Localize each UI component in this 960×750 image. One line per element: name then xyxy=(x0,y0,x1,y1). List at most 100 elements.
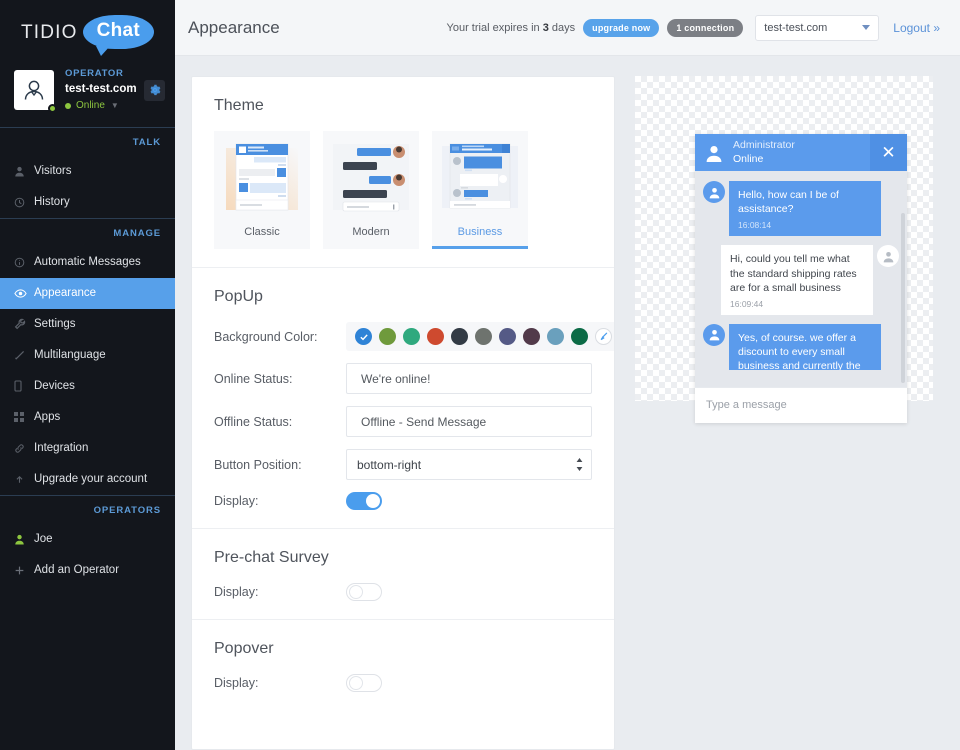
theme-name: Business xyxy=(457,226,503,238)
administrator-avatar-icon xyxy=(704,143,724,163)
pencil-icon xyxy=(14,349,30,361)
popup-display-toggle[interactable] xyxy=(346,492,382,510)
theme-card-business[interactable]: Business xyxy=(432,131,528,249)
avatar xyxy=(14,70,57,114)
agent-avatar-icon xyxy=(703,181,725,203)
popover-display-toggle[interactable] xyxy=(346,674,382,692)
gear-icon[interactable] xyxy=(144,79,165,101)
sidebar-item-joe[interactable]: Joe xyxy=(0,524,175,555)
popup-section-title: PopUp xyxy=(214,288,263,305)
sidebar-item-label: Add an Operator xyxy=(34,564,120,577)
online-status-label: Online Status: xyxy=(214,371,293,386)
arrow-up-icon xyxy=(14,474,30,485)
button-position-select[interactable]: bottom-right xyxy=(346,449,592,480)
sidebar-item-visitors[interactable]: Visitors xyxy=(0,156,175,187)
operator-avatar-icon xyxy=(24,81,44,100)
toggle-knob xyxy=(349,585,363,599)
sidebar-item-label: Devices xyxy=(34,380,75,393)
trial-prefix: Your trial expires in xyxy=(446,21,540,34)
button-position-label: Button Position: xyxy=(214,457,302,472)
color-swatch[interactable] xyxy=(547,328,564,345)
chat-message-input[interactable]: Type a message xyxy=(695,386,907,423)
color-swatch[interactable] xyxy=(451,328,468,345)
main-area: Appearance Your trial expires in 3 days … xyxy=(175,0,960,750)
nav-section-talk-label: TALK xyxy=(0,126,175,156)
settings-panel: Theme Classic Modern Business PopUp Back… xyxy=(191,76,615,750)
sidebar-item-upgrade-your-account[interactable]: Upgrade your account xyxy=(0,464,175,495)
prechat-display-toggle[interactable] xyxy=(346,583,382,601)
topbar: Appearance Your trial expires in 3 days … xyxy=(175,0,960,56)
sidebar-item-automatic-messages[interactable]: Automatic Messages xyxy=(0,247,175,278)
operator-status-label: Online xyxy=(76,100,105,112)
close-icon[interactable]: ✕ xyxy=(870,134,907,171)
chat-message-user: Hi, could you tell me what the standard … xyxy=(703,245,899,315)
content-area: Theme Classic Modern Business PopUp Back… xyxy=(175,56,960,750)
info-icon xyxy=(14,257,30,268)
sidebar-item-label: Upgrade your account xyxy=(34,473,148,486)
operator-status[interactable]: Online ▼ xyxy=(65,99,144,113)
sidebar-item-settings[interactable]: Settings xyxy=(0,309,175,340)
agent-avatar-icon xyxy=(703,323,725,346)
color-swatch[interactable] xyxy=(427,328,444,345)
chevron-down-icon xyxy=(862,25,871,30)
person-icon xyxy=(14,166,30,177)
theme-card-classic[interactable]: Classic xyxy=(214,131,310,249)
logo[interactable]: TIDIO Chat xyxy=(0,0,175,60)
chat-header: Administrator Online ✕ xyxy=(695,134,907,171)
domain-select[interactable]: test-test.com xyxy=(755,14,880,41)
eye-icon xyxy=(14,288,30,299)
prechat-display-label: Display: xyxy=(214,585,259,599)
color-swatch[interactable] xyxy=(571,328,588,345)
button-position-value: bottom-right xyxy=(357,457,422,472)
color-swatch-group xyxy=(346,322,614,351)
popover-title: Popover xyxy=(214,640,274,657)
sidebar-item-devices[interactable]: Devices xyxy=(0,371,175,402)
person-online-icon xyxy=(14,534,30,545)
operator-card[interactable]: OPERATOR test-test.com Online ▼ xyxy=(0,60,175,127)
color-swatch[interactable] xyxy=(499,328,516,345)
offline-status-input[interactable]: Offline - Send Message xyxy=(346,406,592,437)
logout-link[interactable]: Logout » xyxy=(893,21,940,35)
clock-icon xyxy=(14,197,30,208)
link-icon xyxy=(14,443,30,454)
offline-status-row: Offline Status: Offline - Send Message xyxy=(214,406,592,437)
sidebar-item-multilanguage[interactable]: Multilanguage xyxy=(0,340,175,371)
sidebar-item-appearance[interactable]: Appearance xyxy=(0,277,175,309)
sidebar-item-apps[interactable]: Apps xyxy=(0,402,175,433)
prechat-survey-section: Pre-chat Survey Display: xyxy=(192,529,614,620)
sidebar-item-label: Visitors xyxy=(34,165,72,178)
grid-icon xyxy=(14,411,30,423)
plus-icon xyxy=(14,565,30,576)
color-swatch[interactable] xyxy=(475,328,492,345)
color-swatch[interactable] xyxy=(403,328,420,345)
paintbrush-icon[interactable] xyxy=(595,328,612,345)
page-title: Appearance xyxy=(188,17,280,37)
chat-widget-preview: Administrator Online ✕ Hello, how can I … xyxy=(635,76,933,423)
theme-name: Modern xyxy=(352,226,390,238)
theme-card-modern[interactable]: Modern xyxy=(323,131,419,249)
domain-select-value: test-test.com xyxy=(764,21,828,34)
chat-header-name: Administrator xyxy=(733,139,795,152)
upgrade-now-button[interactable]: upgrade now xyxy=(583,18,660,37)
nav-section-operators-label: OPERATORS xyxy=(0,494,175,524)
sidebar-item-integration[interactable]: Integration xyxy=(0,433,175,464)
color-swatch-selected[interactable] xyxy=(355,328,372,345)
status-dot-icon xyxy=(65,103,71,110)
sidebar-item-label: Appearance xyxy=(34,287,97,300)
online-status-input[interactable]: We're online! xyxy=(346,363,592,394)
prechat-display-row: Display: xyxy=(214,583,592,601)
color-swatch[interactable] xyxy=(523,328,540,345)
theme-thumbnail-modern xyxy=(329,139,413,217)
chat-message-text: Hi, could you tell me what the standard … xyxy=(730,253,857,294)
chat-message-text: Yes, of course. we offer a discount to e… xyxy=(738,331,861,370)
chat-scrollbar[interactable] xyxy=(901,213,905,383)
sidebar-item-history[interactable]: History xyxy=(0,187,175,218)
sidebar-item-label: Integration xyxy=(34,442,89,455)
chat-message-list: Hello, how can I be of assistance? 16:08… xyxy=(695,171,907,387)
chat-header-status: Online xyxy=(733,152,764,165)
sidebar-item-add-an-operator[interactable]: Add an Operator xyxy=(0,555,175,586)
operator-role: OPERATOR xyxy=(65,68,124,79)
chat-message-time: 16:09:44 xyxy=(730,298,764,309)
color-swatch[interactable] xyxy=(379,328,396,345)
toggle-knob xyxy=(349,676,363,690)
